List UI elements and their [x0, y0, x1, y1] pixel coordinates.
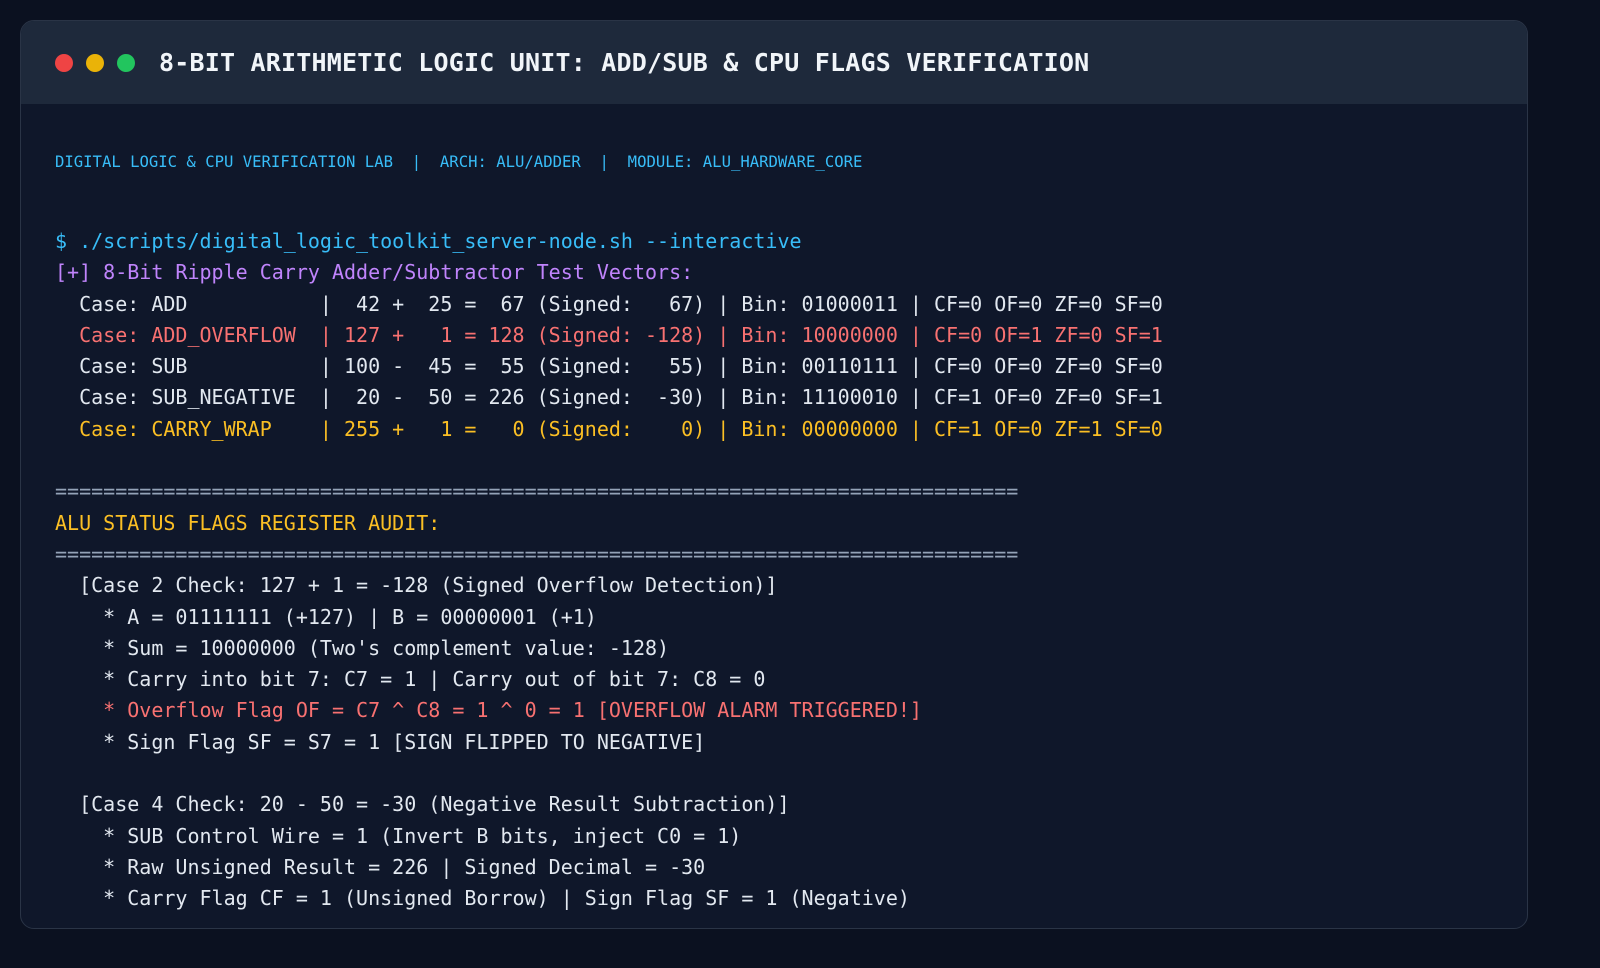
- meta-info-line: DIGITAL LOGIC & CPU VERIFICATION LAB | A…: [55, 153, 863, 171]
- minimize-button[interactable]: [86, 53, 104, 72]
- separator-line: ========================================…: [55, 479, 1019, 504]
- terminal-line: * Carry into bit 7: C7 = 1 | Carry out o…: [55, 667, 766, 692]
- terminal-content: DIGITAL LOGIC & CPU VERIFICATION LAB | A…: [21, 104, 1527, 928]
- terminal-line: [+] 8-Bit Ripple Carry Adder/Subtractor …: [55, 260, 694, 285]
- terminal-line: [Case 4 Check: 20 - 50 = -30 (Negative R…: [55, 792, 790, 817]
- terminal-line: $ ./scripts/digital_logic_toolkit_server…: [55, 229, 802, 253]
- terminal-line: ALU STATUS FLAGS REGISTER AUDIT:: [55, 510, 441, 535]
- terminal-line: * Sign Flag SF = S7 = 1 [SIGN FLIPPED TO…: [55, 729, 706, 754]
- separator-line: ========================================…: [55, 541, 1019, 566]
- close-button[interactable]: [55, 53, 73, 72]
- terminal-line: Case: SUB_NEGATIVE | 20 - 50 = 226 (Sign…: [55, 385, 1163, 410]
- terminal-line: * Sum = 10000000 (Two's complement value…: [55, 635, 670, 660]
- terminal-line: * SUB Control Wire = 1 (Invert B bits, i…: [55, 823, 742, 848]
- maximize-button[interactable]: [117, 53, 135, 72]
- terminal-line: * Overflow Flag OF = C7 ^ C8 = 1 ^ 0 = 1…: [55, 698, 922, 723]
- terminal-line: * Raw Unsigned Result = 226 | Signed Dec…: [55, 854, 706, 879]
- terminal-line: Case: SUB | 100 - 45 = 55 (Signed: 55) |…: [55, 354, 1163, 379]
- window-title: 8-BIT ARITHMETIC LOGIC UNIT: ADD/SUB & C…: [159, 48, 1090, 77]
- terminal-line: Case: CARRY_WRAP | 255 + 1 = 0 (Signed: …: [55, 416, 1163, 441]
- terminal-line: * A = 01111111 (+127) | B = 00000001 (+1…: [55, 604, 597, 629]
- terminal-line: [Case 2 Check: 127 + 1 = -128 (Signed Ov…: [55, 573, 778, 598]
- terminal-line: Case: ADD | 42 + 25 = 67 (Signed: 67) | …: [55, 291, 1163, 316]
- terminal-line: Case: ADD_OVERFLOW | 127 + 1 = 128 (Sign…: [55, 322, 1163, 347]
- title-bar: 8-BIT ARITHMETIC LOGIC UNIT: ADD/SUB & C…: [21, 21, 1527, 104]
- terminal-window: 8-BIT ARITHMETIC LOGIC UNIT: ADD/SUB & C…: [20, 20, 1528, 929]
- terminal-line: * Carry Flag CF = 1 (Unsigned Borrow) | …: [55, 886, 910, 911]
- terminal-output[interactable]: $ ./scripts/digital_logic_toolkit_server…: [55, 226, 1493, 928]
